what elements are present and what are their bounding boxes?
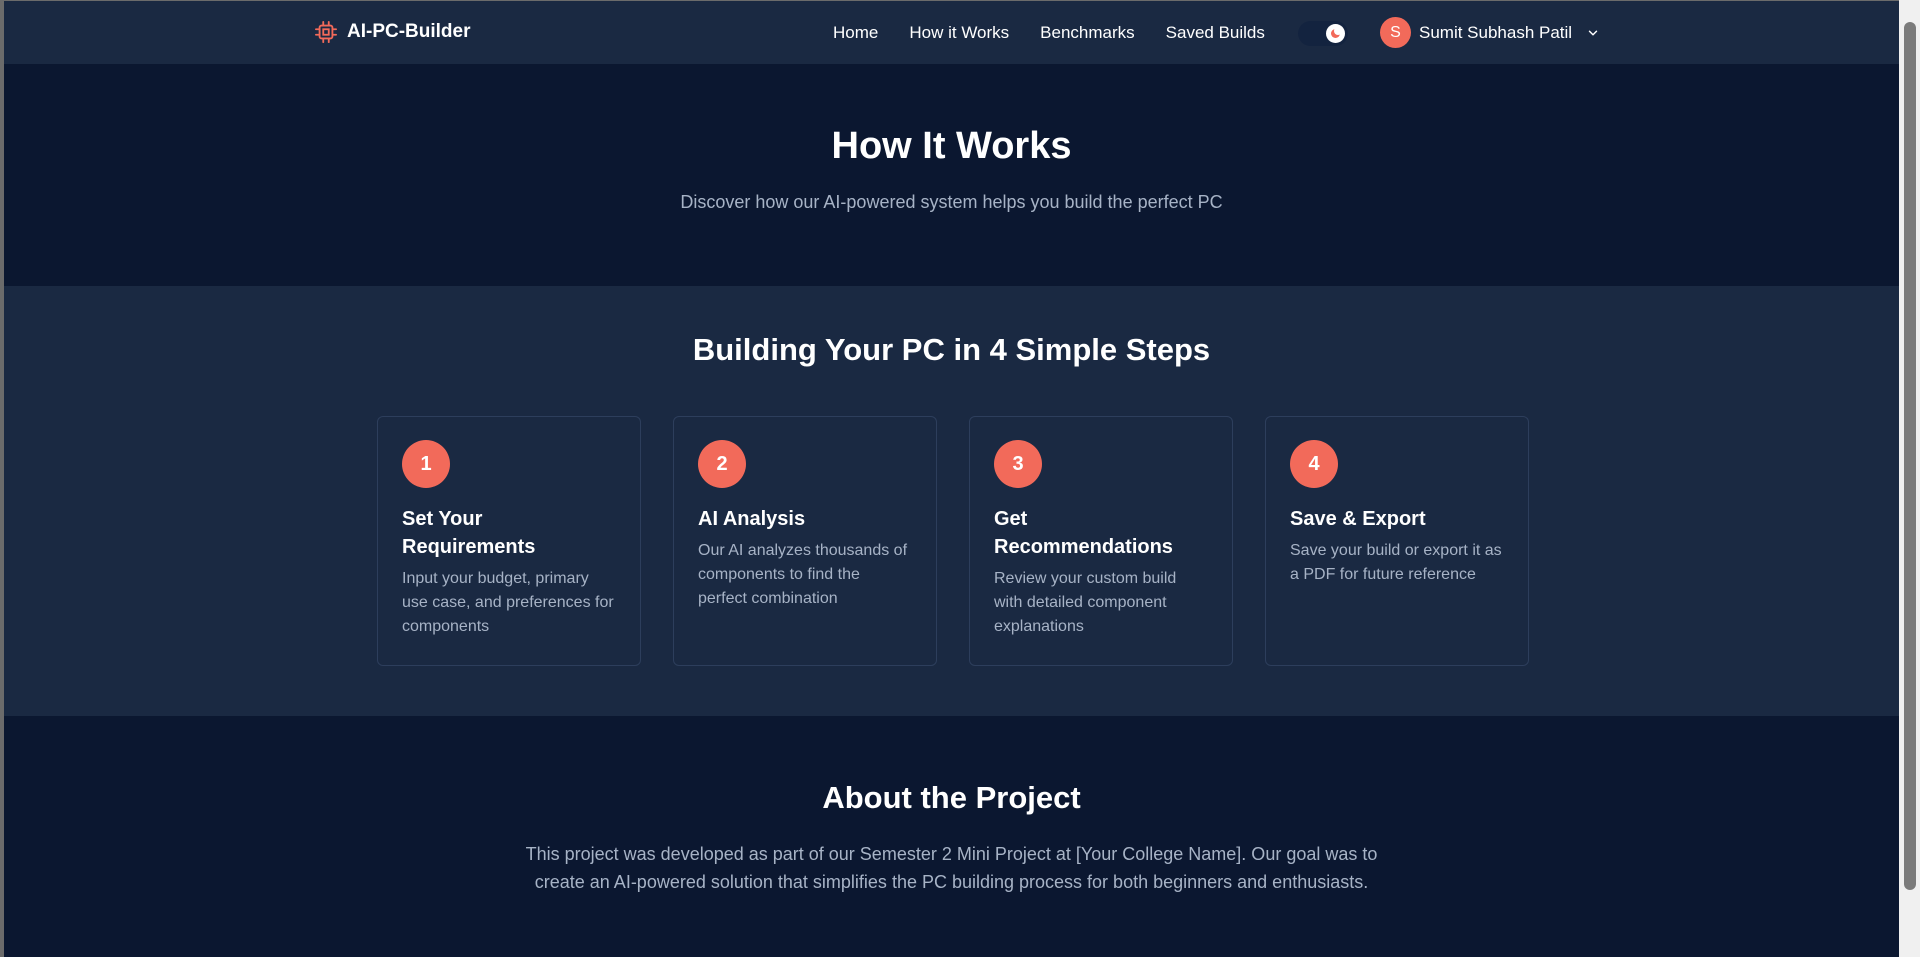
about-text: This project was developed as part of ou… — [525, 844, 1378, 892]
page-title: How It Works — [831, 125, 1072, 167]
page: AI-PC-Builder Home How it Works Benchmar… — [4, 1, 1899, 957]
step-number-badge: 2 — [698, 440, 746, 488]
scrollbar-thumb[interactable] — [1904, 22, 1916, 890]
step-title: Get Recommendations — [994, 508, 1173, 558]
about-section: About the Project This project was devel… — [4, 716, 1899, 896]
brand-logo[interactable]: AI-PC-Builder — [315, 21, 471, 43]
steps-title: Building Your PC in 4 Simple Steps — [692, 332, 1211, 367]
step-title: AI Analysis — [698, 508, 806, 530]
user-name: Sumit Subhash Patil — [1419, 22, 1573, 42]
step-card: 2 AI Analysis Our AI analyzes thousands … — [673, 416, 937, 666]
step-title: Save & Export — [1290, 508, 1426, 530]
step-description: Our AI analyzes thousands of components … — [698, 542, 908, 607]
moon-icon — [1331, 27, 1342, 38]
nav-how-it-works[interactable]: How it Works — [909, 23, 1009, 43]
theme-toggle[interactable] — [1298, 21, 1348, 46]
brand-name: AI-PC-Builder — [347, 21, 471, 42]
hero-section: How It Works Discover how our AI-powered… — [4, 64, 1899, 286]
step-description: Input your budget, primary use case, and… — [402, 570, 614, 635]
step-number-badge: 3 — [994, 440, 1042, 488]
step-description: Save your build or export it as a PDF fo… — [1290, 542, 1502, 583]
step-number-badge: 1 — [402, 440, 450, 488]
steps-section: Building Your PC in 4 Simple Steps 1 Set… — [4, 286, 1899, 716]
step-title: Set Your Requirements — [402, 508, 536, 558]
step-number-badge: 4 — [1290, 440, 1338, 488]
steps-cards: 1 Set Your Requirements Input your budge… — [4, 416, 1899, 666]
step-card: 1 Set Your Requirements Input your budge… — [377, 416, 641, 666]
avatar: S — [1380, 17, 1411, 48]
step-card: 3 Get Recommendations Review your custom… — [969, 416, 1233, 666]
toggle-knob — [1326, 24, 1345, 43]
about-title: About the Project — [822, 780, 1081, 815]
nav-saved-builds[interactable]: Saved Builds — [1166, 23, 1265, 43]
chip-icon — [315, 21, 337, 43]
nav-links: Home How it Works Benchmarks Saved Build… — [833, 23, 1296, 43]
nav-benchmarks[interactable]: Benchmarks — [1040, 23, 1134, 43]
nav-home[interactable]: Home — [833, 23, 878, 43]
user-menu[interactable]: S Sumit Subhash Patil — [1380, 17, 1600, 48]
step-description: Review your custom build with detailed c… — [994, 570, 1177, 635]
chevron-down-icon — [1588, 30, 1598, 35]
navbar: AI-PC-Builder Home How it Works Benchmar… — [4, 1, 1899, 64]
page-subtitle: Discover how our AI-powered system helps… — [680, 192, 1223, 212]
step-card: 4 Save & Export Save your build or expor… — [1265, 416, 1529, 666]
